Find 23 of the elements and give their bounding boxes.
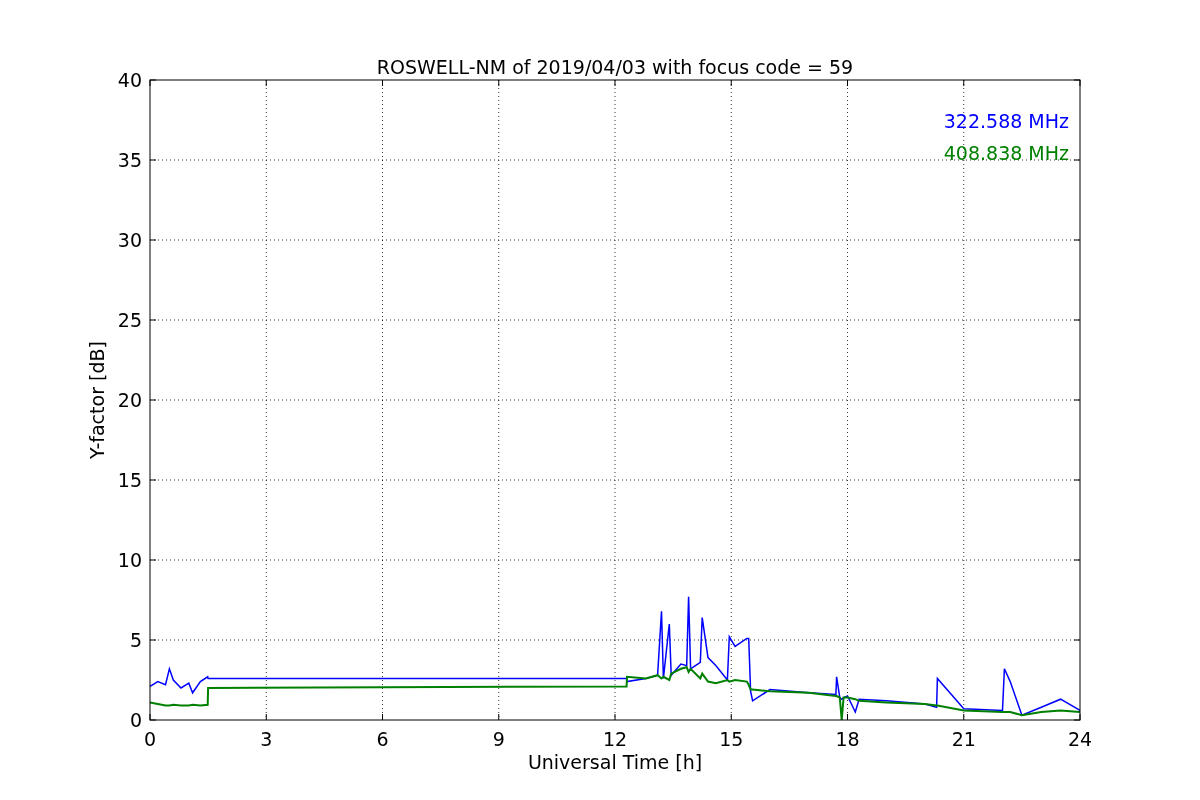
- x-tick-label: 24: [1067, 728, 1093, 750]
- legend-label: 322.588 MHz: [943, 110, 1069, 132]
- x-tick-label: 9: [492, 728, 505, 750]
- legend-label: 408.838 MHz: [943, 142, 1069, 164]
- x-tick-label: 15: [719, 728, 744, 750]
- x-tick-label: 18: [835, 728, 860, 750]
- y-tick-label: 30: [117, 229, 142, 251]
- x-tick-label: 21: [951, 728, 976, 750]
- y-tick-label: 0: [129, 709, 142, 731]
- x-axis-label: Universal Time [h]: [527, 751, 703, 773]
- x-tick-label: 6: [376, 728, 389, 750]
- y-tick-label: 15: [117, 469, 142, 491]
- y-tick-label: 25: [117, 309, 142, 331]
- x-tick-label: 0: [143, 728, 157, 750]
- y-tick-label: 20: [117, 389, 142, 411]
- chart-title: ROSWELL-NM of 2019/04/03 with focus code = 59: [376, 56, 854, 78]
- y-tick-label: 10: [117, 549, 142, 571]
- y-tick-label: 40: [117, 69, 142, 91]
- y-axis-label: Y-factor [dB]: [86, 341, 108, 459]
- y-tick-label: 35: [117, 149, 142, 171]
- y-tick-label: 5: [129, 629, 142, 651]
- x-tick-label: 3: [260, 728, 273, 750]
- x-tick-label: 12: [602, 728, 628, 750]
